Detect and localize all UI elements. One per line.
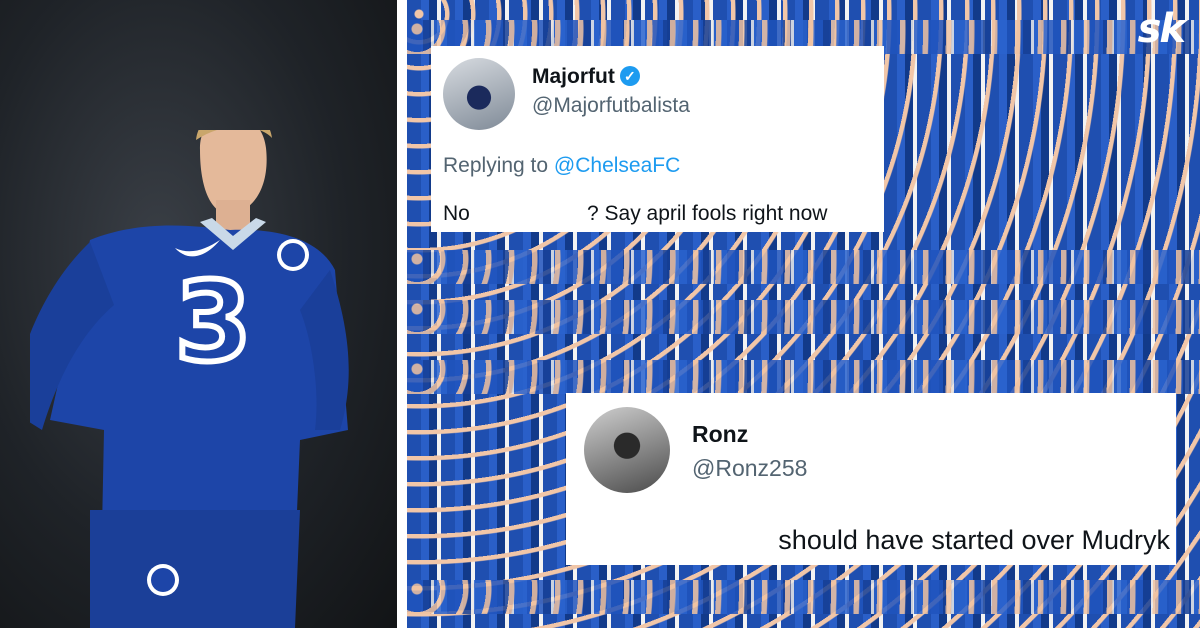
tweet-author-name: Majorfut ✓ bbox=[532, 65, 640, 89]
tweet-card: Ronz @Ronz258 should have started over M… bbox=[566, 393, 1176, 565]
tweet-author-handle: @Majorfutbalista bbox=[532, 94, 690, 117]
tweet-text: should have started over Mudryk bbox=[778, 525, 1170, 555]
reply-prefix: Replying to bbox=[443, 154, 549, 177]
avatar bbox=[443, 58, 515, 130]
tweet-text-end: ? Say april fools right now bbox=[587, 202, 828, 225]
player-figure: 3 bbox=[30, 130, 349, 628]
player-photo: 3 bbox=[0, 0, 397, 628]
panel-divider bbox=[397, 0, 407, 628]
sportskeeda-logo: sk bbox=[1137, 6, 1186, 52]
avatar bbox=[584, 407, 670, 493]
reply-mention: @ChelseaFC bbox=[553, 154, 681, 177]
reply-context: Replying to @ChelseaFC bbox=[443, 154, 680, 178]
tweet-text-start: No bbox=[443, 202, 470, 225]
svg-text:3: 3 bbox=[175, 258, 252, 386]
tweet-card: Majorfut ✓ @Majorfutbalista Replying to @… bbox=[431, 46, 884, 232]
tweet-author-handle: @Ronz258 bbox=[692, 455, 808, 481]
author-name-text: Majorfut bbox=[532, 65, 615, 88]
tweet-author-name: Ronz bbox=[692, 421, 749, 447]
verified-badge-icon: ✓ bbox=[619, 66, 640, 86]
